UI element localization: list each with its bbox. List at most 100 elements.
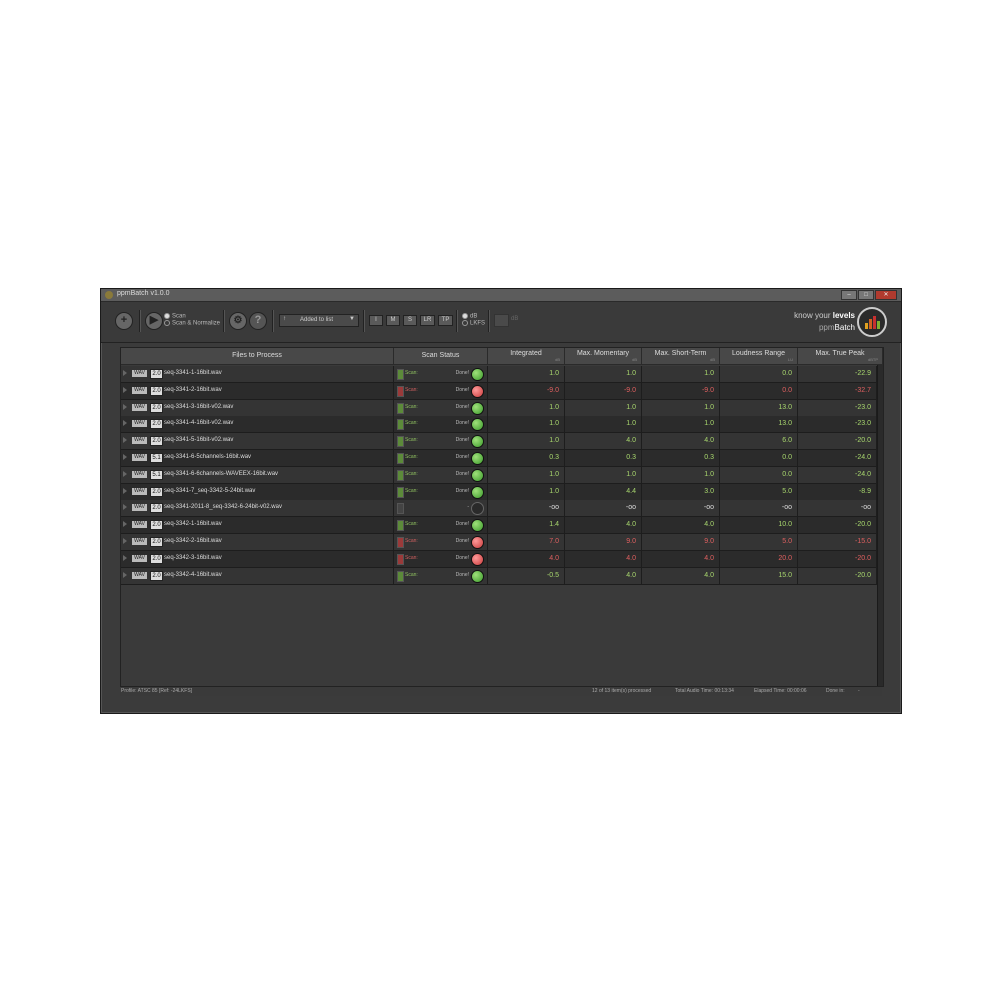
file-cell[interactable]: WAV 2.0 seq-3342-1-16bit.wav	[121, 517, 394, 534]
processed-count: 12 of 13 item(s) processed	[592, 688, 652, 694]
file-cell[interactable]: WAV 2.0 seq-3341-2011-8_seq-3342-6-24bit-v…	[121, 500, 394, 517]
true-peak-cell: -22.9	[798, 366, 877, 382]
table-row[interactable]: WAV 2.0 seq-3341-2-16bit.wav Scan: Done! -9.0…	[121, 382, 877, 400]
file-cell[interactable]: WAV 2.0 seq-3341-1-16bit.wav	[121, 366, 394, 382]
table-row[interactable]: WAV 2.0 seq-3341-1-16bit.wav Scan: Done! 1.0 1…	[121, 366, 877, 383]
momentary-cell: 1.0	[565, 366, 642, 382]
table-row[interactable]: WAV 2.0 seq-3341-4-16bit-v02.wav Scan: Done!…	[121, 416, 877, 434]
column-header-loudness-range[interactable]: Loudness Range LU	[720, 348, 798, 365]
sort-arrow-icon: ↑	[283, 316, 286, 322]
metric-button-true-peak[interactable]: TP	[438, 315, 453, 326]
scan-status-cell: Scan: Done!	[394, 416, 488, 433]
file-cell[interactable]: WAV 5.1 seq-3341-6-6channels-WAVEEX-16bit.…	[121, 466, 394, 483]
expand-triangle-icon[interactable]	[123, 538, 127, 544]
expand-triangle-icon[interactable]	[123, 386, 127, 393]
column-header-integrated[interactable]: Integrated dB	[488, 348, 565, 365]
status-lamp-icon	[471, 536, 484, 549]
scan-label: Scan:	[405, 470, 418, 477]
column-header-scan-status[interactable]: Scan Status	[394, 348, 488, 365]
play-button[interactable]: ▶	[145, 312, 163, 330]
column-header-short-term[interactable]: Max. Short-Term dB	[642, 348, 720, 365]
mode-scan-normalize-radio[interactable]: Scan & Normalize	[164, 320, 220, 327]
toolbar-separator	[223, 310, 225, 332]
file-cell[interactable]: WAV 5.1 seq-3341-6-5channels-16bit.wav	[121, 450, 394, 466]
file-name: seq-3342-4-16bit.wav	[164, 571, 222, 578]
short-term-cell: 4.0	[642, 550, 720, 567]
expand-triangle-icon[interactable]	[123, 487, 127, 494]
metric-button-short-term[interactable]: S	[403, 315, 417, 326]
loudness-range-cell: 20.0	[720, 550, 798, 567]
settings-button[interactable]: ⚙	[229, 312, 247, 330]
metric-button-momentary[interactable]: M	[386, 315, 400, 326]
vertical-scrollbar[interactable]	[877, 365, 883, 686]
toolbar-separator	[272, 310, 274, 332]
table-row[interactable]: WAV 2.0 seq-3342-1-16bit.wav Scan: Done! 1.4 4…	[121, 517, 877, 535]
table-row[interactable]: WAV 2.0 seq-3341-2011-8_seq-3342-6-24bit-v…	[121, 500, 877, 518]
file-cell[interactable]: WAV 2.0 seq-3341-3-16bit-v02.wav	[121, 399, 394, 416]
short-term-cell: 1.0	[642, 399, 720, 416]
table-row[interactable]: WAV 5.1 seq-3341-6-5channels-16bit.wav Scan…	[121, 450, 877, 467]
expand-triangle-icon[interactable]	[123, 370, 127, 376]
table-row[interactable]: WAV 2.0 seq-3341-3-16bit-v02.wav Scan: Done!…	[121, 399, 877, 417]
status-lamp-icon	[471, 519, 484, 533]
table-row[interactable]: WAV 2.0 seq-3342-3-16bit.wav Scan: Done! 4.0 4…	[121, 550, 877, 568]
file-cell[interactable]: WAV 2.0 seq-3342-2-16bit.wav	[121, 534, 394, 550]
short-term-cell: 3.0	[642, 483, 720, 500]
table-row[interactable]: WAV 2.0 seq-3341-5-16bit-v02.wav Scan: Done!…	[121, 433, 877, 451]
help-button[interactable]: ?	[249, 312, 267, 330]
expand-triangle-icon[interactable]	[123, 403, 127, 410]
scan-status-cell: Scan: Done!	[394, 567, 488, 584]
channel-badge: 2.0	[150, 369, 163, 379]
column-header-files[interactable]: Files to Process	[121, 348, 394, 365]
file-cell[interactable]: WAV 2.0 seq-3341-2-16bit.wav	[121, 382, 394, 399]
sort-select[interactable]: ↑ Added to list ▼	[279, 314, 359, 327]
close-button[interactable]: ✕	[875, 290, 897, 300]
format-badge: WAV	[132, 504, 147, 512]
metric-button-loudness-range[interactable]: LR	[420, 315, 435, 326]
scan-label: Scan:	[405, 487, 418, 494]
status-lamp-icon	[471, 401, 484, 415]
channel-badge: 2.0	[150, 570, 163, 581]
unit-db-radio[interactable]: dB	[462, 313, 477, 320]
table-row[interactable]: WAV 2.0 seq-3342-2-16bit.wav Scan: Done! 7.0 9…	[121, 534, 877, 551]
mode-scan-radio[interactable]: Scan	[164, 313, 186, 320]
toolbar-separator	[139, 310, 141, 332]
integrated-cell: -9.0	[488, 382, 565, 399]
expand-triangle-icon[interactable]	[123, 504, 127, 511]
short-term-cell: 9.0	[642, 534, 720, 550]
channel-badge: 2.0	[150, 419, 163, 430]
expand-triangle-icon[interactable]	[123, 454, 127, 460]
app-window: ppmBatch v1.0.0 – □ ✕ + ▶ Scan Scan & No…	[100, 288, 902, 714]
metric-button-integrated[interactable]: I	[369, 315, 383, 326]
momentary-cell: 1.0	[565, 466, 642, 483]
table-row[interactable]: WAV 2.0 seq-3341-7_seq-3342-5-24bit.wav Sca…	[121, 483, 877, 501]
file-cell[interactable]: WAV 2.0 seq-3341-5-16bit-v02.wav	[121, 433, 394, 450]
add-files-button[interactable]: +	[115, 312, 133, 330]
table-row[interactable]: WAV 2.0 seq-3342-4-16bit.wav Scan: Done! -0.5…	[121, 567, 877, 585]
disabled-toolbar-button[interactable]	[494, 314, 509, 327]
expand-triangle-icon[interactable]	[123, 437, 127, 444]
file-table: Files to Process Scan Status Integrated d…	[120, 347, 884, 687]
unit-lkfs-radio[interactable]: LKFS	[462, 320, 485, 327]
file-cell[interactable]: WAV 2.0 seq-3342-3-16bit.wav	[121, 550, 394, 567]
status-lamp-icon	[471, 384, 484, 398]
expand-triangle-icon[interactable]	[123, 571, 127, 578]
maximize-button[interactable]: □	[858, 290, 874, 300]
column-header-true-peak[interactable]: Max. True Peak dBTP	[798, 348, 883, 365]
expand-triangle-icon[interactable]	[123, 521, 127, 528]
minimize-button[interactable]: –	[841, 290, 857, 300]
file-cell[interactable]: WAV 2.0 seq-3341-7_seq-3342-5-24bit.wav	[121, 483, 394, 500]
expand-triangle-icon[interactable]	[123, 420, 127, 427]
expand-triangle-icon[interactable]	[123, 554, 127, 561]
table-row[interactable]: WAV 5.1 seq-3341-6-6channels-WAVEEX-16bit.…	[121, 466, 877, 484]
scan-status-cell: -	[394, 500, 488, 517]
done-in-value: -	[858, 688, 860, 694]
column-header-momentary[interactable]: Max. Momentary dB	[565, 348, 642, 365]
momentary-cell: -oo	[565, 500, 642, 517]
file-cell[interactable]: WAV 2.0 seq-3341-4-16bit-v02.wav	[121, 416, 394, 433]
channel-badge: 2.0	[150, 520, 163, 531]
file-cell[interactable]: WAV 2.0 seq-3342-4-16bit.wav	[121, 567, 394, 584]
format-badge: WAV	[132, 571, 147, 579]
elapsed-time: Elapsed Time: 00:00:06	[754, 688, 807, 694]
expand-triangle-icon[interactable]	[123, 470, 127, 477]
